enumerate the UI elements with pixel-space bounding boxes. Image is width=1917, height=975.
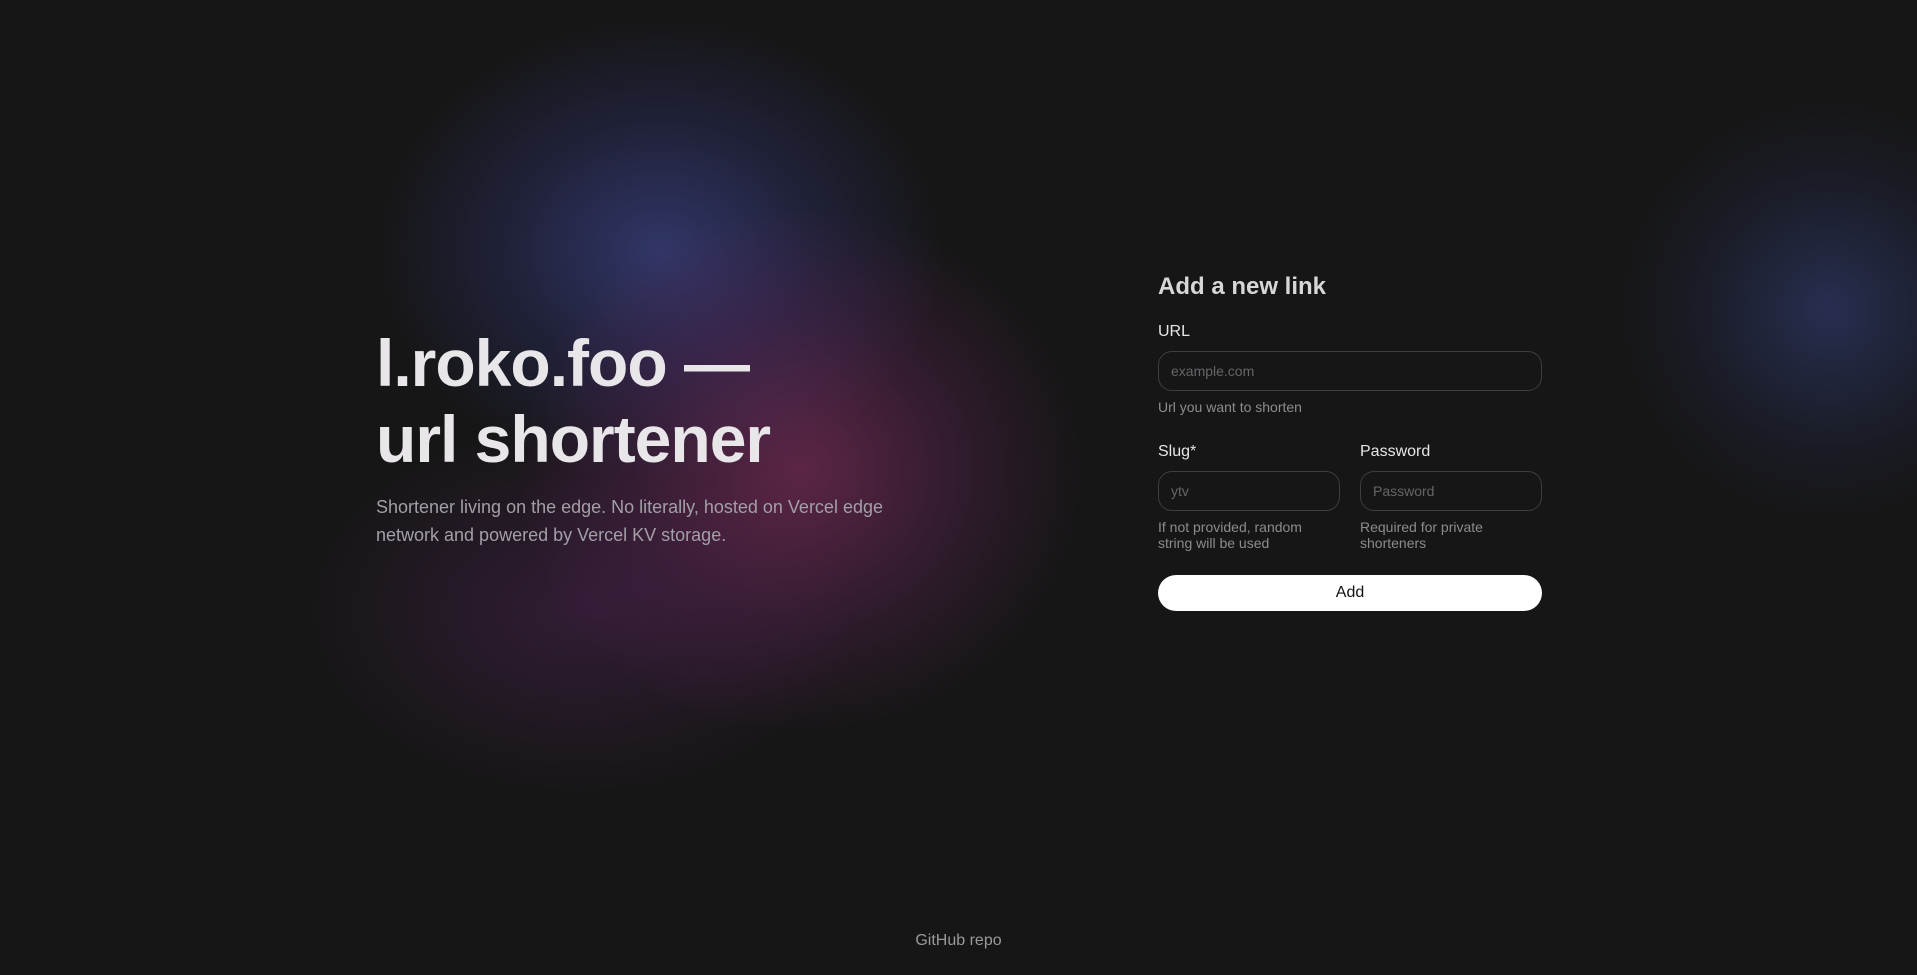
form-heading: Add a new link [1158,273,1327,300]
url-field-group: URL Url you want to shorten [1158,322,1542,415]
hero-section: l.roko.foo — url shortener Shortener liv… [376,325,976,549]
hero-title-line-1: l.roko.foo — [376,326,750,400]
background-glow-right [1620,100,1917,520]
url-label: URL [1158,323,1191,340]
footer: GitHub repo [0,932,1917,950]
url-input[interactable] [1158,351,1542,391]
github-repo-link[interactable]: GitHub repo [915,932,1001,949]
slug-field-group: Slug* If not provided, random string wil… [1158,442,1340,551]
add-button[interactable]: Add [1158,575,1542,611]
hero-title: l.roko.foo — url shortener [376,325,976,477]
hero-description: Shortener living on the edge. No literal… [376,497,883,545]
add-link-form: Add a new link URL Url you want to short… [1158,272,1542,611]
password-hint: Required for private shorteners [1360,519,1483,551]
url-hint: Url you want to shorten [1158,399,1302,415]
page: l.roko.foo — url shortener Shortener liv… [0,0,1917,975]
slug-input[interactable] [1158,471,1340,511]
password-input[interactable] [1360,471,1542,511]
password-field-group: Password Required for private shorteners [1360,442,1542,551]
hero-title-line-2: url shortener [376,402,771,476]
password-label: Password [1360,443,1431,460]
slug-label: Slug* [1158,443,1197,460]
slug-password-row: Slug* If not provided, random string wil… [1158,442,1542,551]
slug-hint: If not provided, random string will be u… [1158,519,1302,551]
